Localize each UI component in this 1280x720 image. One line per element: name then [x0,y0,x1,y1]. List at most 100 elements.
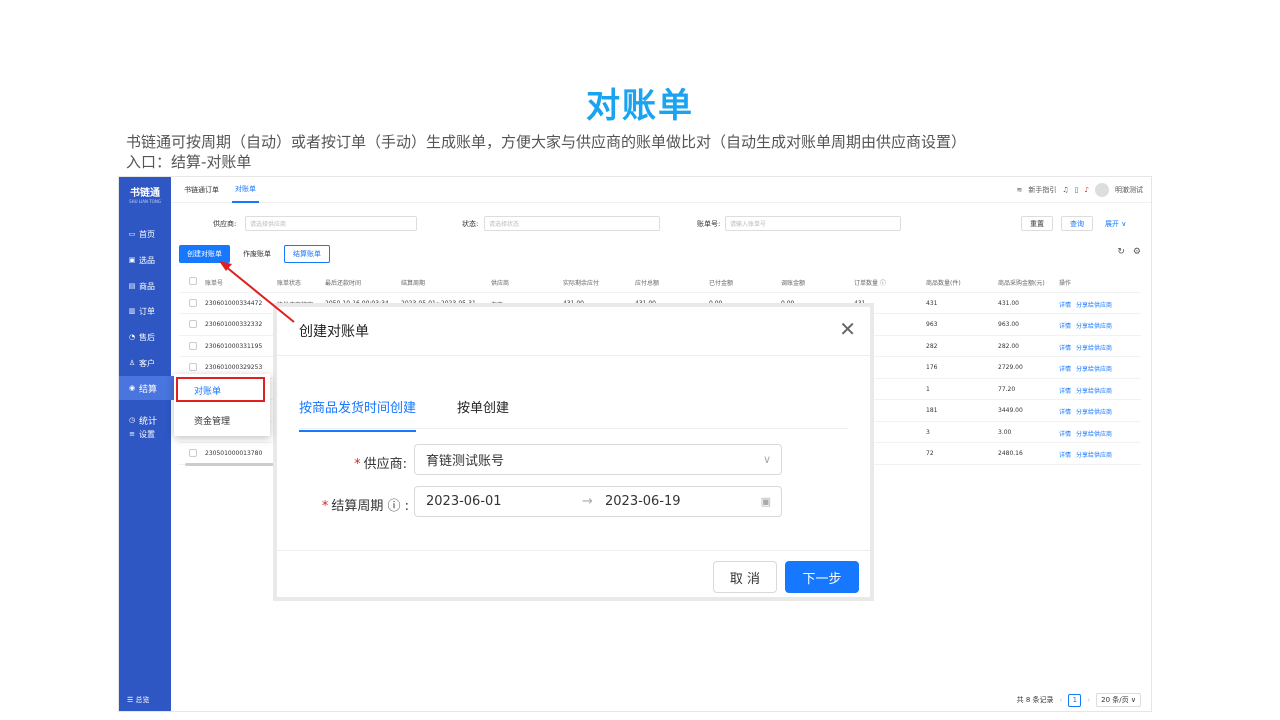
sidebar-footer[interactable]: ☰ 总览 [127,695,150,705]
detail-link[interactable]: 详情 [1059,321,1071,330]
sidebar-item-aftersale[interactable]: ◔ 售后 [119,326,171,348]
logo: 书链通 SHU LIAN TONG [119,177,171,211]
detail-link[interactable]: 详情 [1059,429,1071,438]
supplier-select[interactable]: 育链测试账号 ∨ [414,444,782,475]
filter-bar: 供应商: 请选择供应商 状态: 请选择状态 账单号: 请输入账单号 重置 查询 … [171,215,1151,233]
detail-link[interactable]: 详情 [1059,407,1071,416]
page-number[interactable]: 1 [1068,693,1082,707]
prev-page-icon[interactable]: ‹ [1060,696,1063,704]
sidebar-item-settlement[interactable]: ◉ 结算 [119,376,179,400]
col-adjust: 调账金额 [781,280,806,287]
bill-number-input[interactable]: 请输入账单号 [725,216,901,231]
detail-link[interactable]: 详情 [1059,450,1071,459]
slide-title: 对账单 [586,86,694,126]
sidebar-item-settings[interactable]: ≡ 设置 [119,427,171,441]
row-checkbox[interactable] [189,298,197,307]
total-records: 共 8 条记录 [1016,696,1054,704]
cell-id: 230601000334472 [205,299,263,307]
expand-toggle[interactable]: 展开 ∨ [1105,219,1126,229]
bill-filter-label: 账单号: [697,220,721,228]
detail-link[interactable]: 详情 [1059,364,1071,373]
tab-by-order[interactable]: 按单创建 [457,397,509,430]
desc-line-1: 书链通可按周期（自动）或者按订单（手动）生成账单，方便大家与供应商的账单做比对（… [126,133,967,151]
file-icon[interactable]: ▯ [1075,186,1079,194]
supplier-select-value: 育链测试账号 [426,454,505,469]
refresh-icon[interactable]: ↻ [1117,247,1125,257]
start-date-input[interactable]: 2023-06-01 [426,494,502,509]
col-orders: 订单数量 ⓘ [854,280,886,287]
period-field-label: * 结算周期 ⓘ : [297,495,409,514]
cancel-button[interactable]: 取 消 [713,561,777,593]
bell-icon[interactable]: ♪ [1085,186,1089,194]
cell-qty: 72 [926,450,934,457]
page-size-select[interactable]: 20 条/页 ∨ [1096,693,1141,707]
next-button[interactable]: 下一步 [785,561,859,593]
create-statement-dialog: 创建对账单 ✕ 按商品发货时间创建 按单创建 * 供应商: 育链测试账号 ∨ * 结… [273,303,874,601]
sidebar-item-home[interactable]: ▭ 首页 [119,223,171,245]
share-link[interactable]: 分享给供应商 [1076,450,1112,459]
detail-link[interactable]: 详情 [1059,300,1071,309]
sidebar-item-goods[interactable]: ▤ 商品 [119,275,171,297]
tab-shulian-orders[interactable]: 书链通订单 [181,177,222,203]
settle-statement-button[interactable]: 结算账单 [284,245,330,263]
share-link[interactable]: 分享给供应商 [1076,364,1112,373]
desc-line-2: 入口：结算-对账单 [126,153,252,171]
sidebar-item-select[interactable]: ▣ 选品 [119,249,171,271]
tab-by-ship-time[interactable]: 按商品发货时间创建 [299,397,417,432]
detail-link[interactable]: 详情 [1059,386,1071,395]
col-bill-no: 账单号 [205,280,224,287]
sidebar-item-label: 首页 [139,229,155,239]
row-checkbox[interactable] [189,341,197,350]
cell-id: 230601000331195 [205,342,263,350]
cell-qty: 3 [926,428,930,436]
slide: 对账单 书链通可按周期（自动）或者按订单（手动）生成账单，方便大家与供应商的账单… [0,0,1280,720]
dialog-tabs: 按商品发货时间创建 按单创建 [299,395,848,432]
user-name[interactable]: 明澈测试 [1115,185,1143,195]
cell-id: 230601000332332 [205,321,263,328]
tab-statements[interactable]: 对账单 [232,177,259,203]
period-range-picker[interactable]: 2023-06-01 → 2023-06-19 ▣ [414,486,782,517]
chart-icon: ◷ [128,416,136,424]
end-date-input[interactable]: 2023-06-19 [605,494,681,509]
sidebar-item-orders[interactable]: ▥ 订单 [119,300,171,322]
share-link[interactable]: 分享给供应商 [1076,429,1112,438]
headset-icon[interactable]: ♫ [1062,186,1068,194]
dialog-footer-divider [277,550,870,551]
sidebar-item-customers[interactable]: ♙ 客户 [119,352,171,374]
col-ops: 操作 [1059,280,1072,287]
row-checkbox[interactable] [189,363,197,371]
share-link[interactable]: 分享给供应商 [1076,321,1112,330]
create-statement-button[interactable]: 创建对账单 [179,245,230,263]
submenu-item-funds[interactable]: 资金管理 [174,408,270,432]
cell-qty: 282 [926,342,938,350]
close-icon[interactable]: ✕ [839,317,856,341]
select-all-checkbox[interactable] [189,277,197,285]
users-icon: ♙ [128,359,136,367]
cell-amount: 431.00 [998,299,1019,307]
cell-qty: 963 [926,321,938,328]
col-due: 最后还款时间 [325,280,362,287]
status-filter-select[interactable]: 请选择状态 [484,216,660,231]
search-button[interactable]: 查询 [1061,216,1093,231]
share-link[interactable]: 分享给供应商 [1076,300,1112,309]
next-page-icon[interactable]: › [1087,696,1090,704]
row-checkbox[interactable] [189,449,197,457]
share-link[interactable]: 分享给供应商 [1076,407,1112,416]
detail-link[interactable]: 详情 [1059,343,1071,352]
avatar[interactable] [1095,183,1109,197]
cell-id: 230501000013780 [205,450,263,457]
gear-icon[interactable]: ⚙ [1133,247,1141,257]
guide-link[interactable]: 新手指引 [1028,185,1056,195]
share-link[interactable]: 分享给供应商 [1076,386,1112,395]
monitor-icon: ▭ [128,230,136,238]
horizontal-scrollbar[interactable] [185,463,275,466]
supplier-filter-select[interactable]: 请选择供应商 [245,216,417,231]
reset-button[interactable]: 重置 [1021,216,1053,231]
guide-icon: ≋ [1016,186,1023,194]
void-statement-button[interactable]: 作废账单 [236,245,278,263]
col-paid: 已付金额 [709,280,734,287]
col-qty: 商品数量(件) [926,280,961,287]
share-link[interactable]: 分享给供应商 [1076,343,1112,352]
supplier-field-label: * 供应商: [317,453,407,472]
row-checkbox[interactable] [189,320,197,328]
